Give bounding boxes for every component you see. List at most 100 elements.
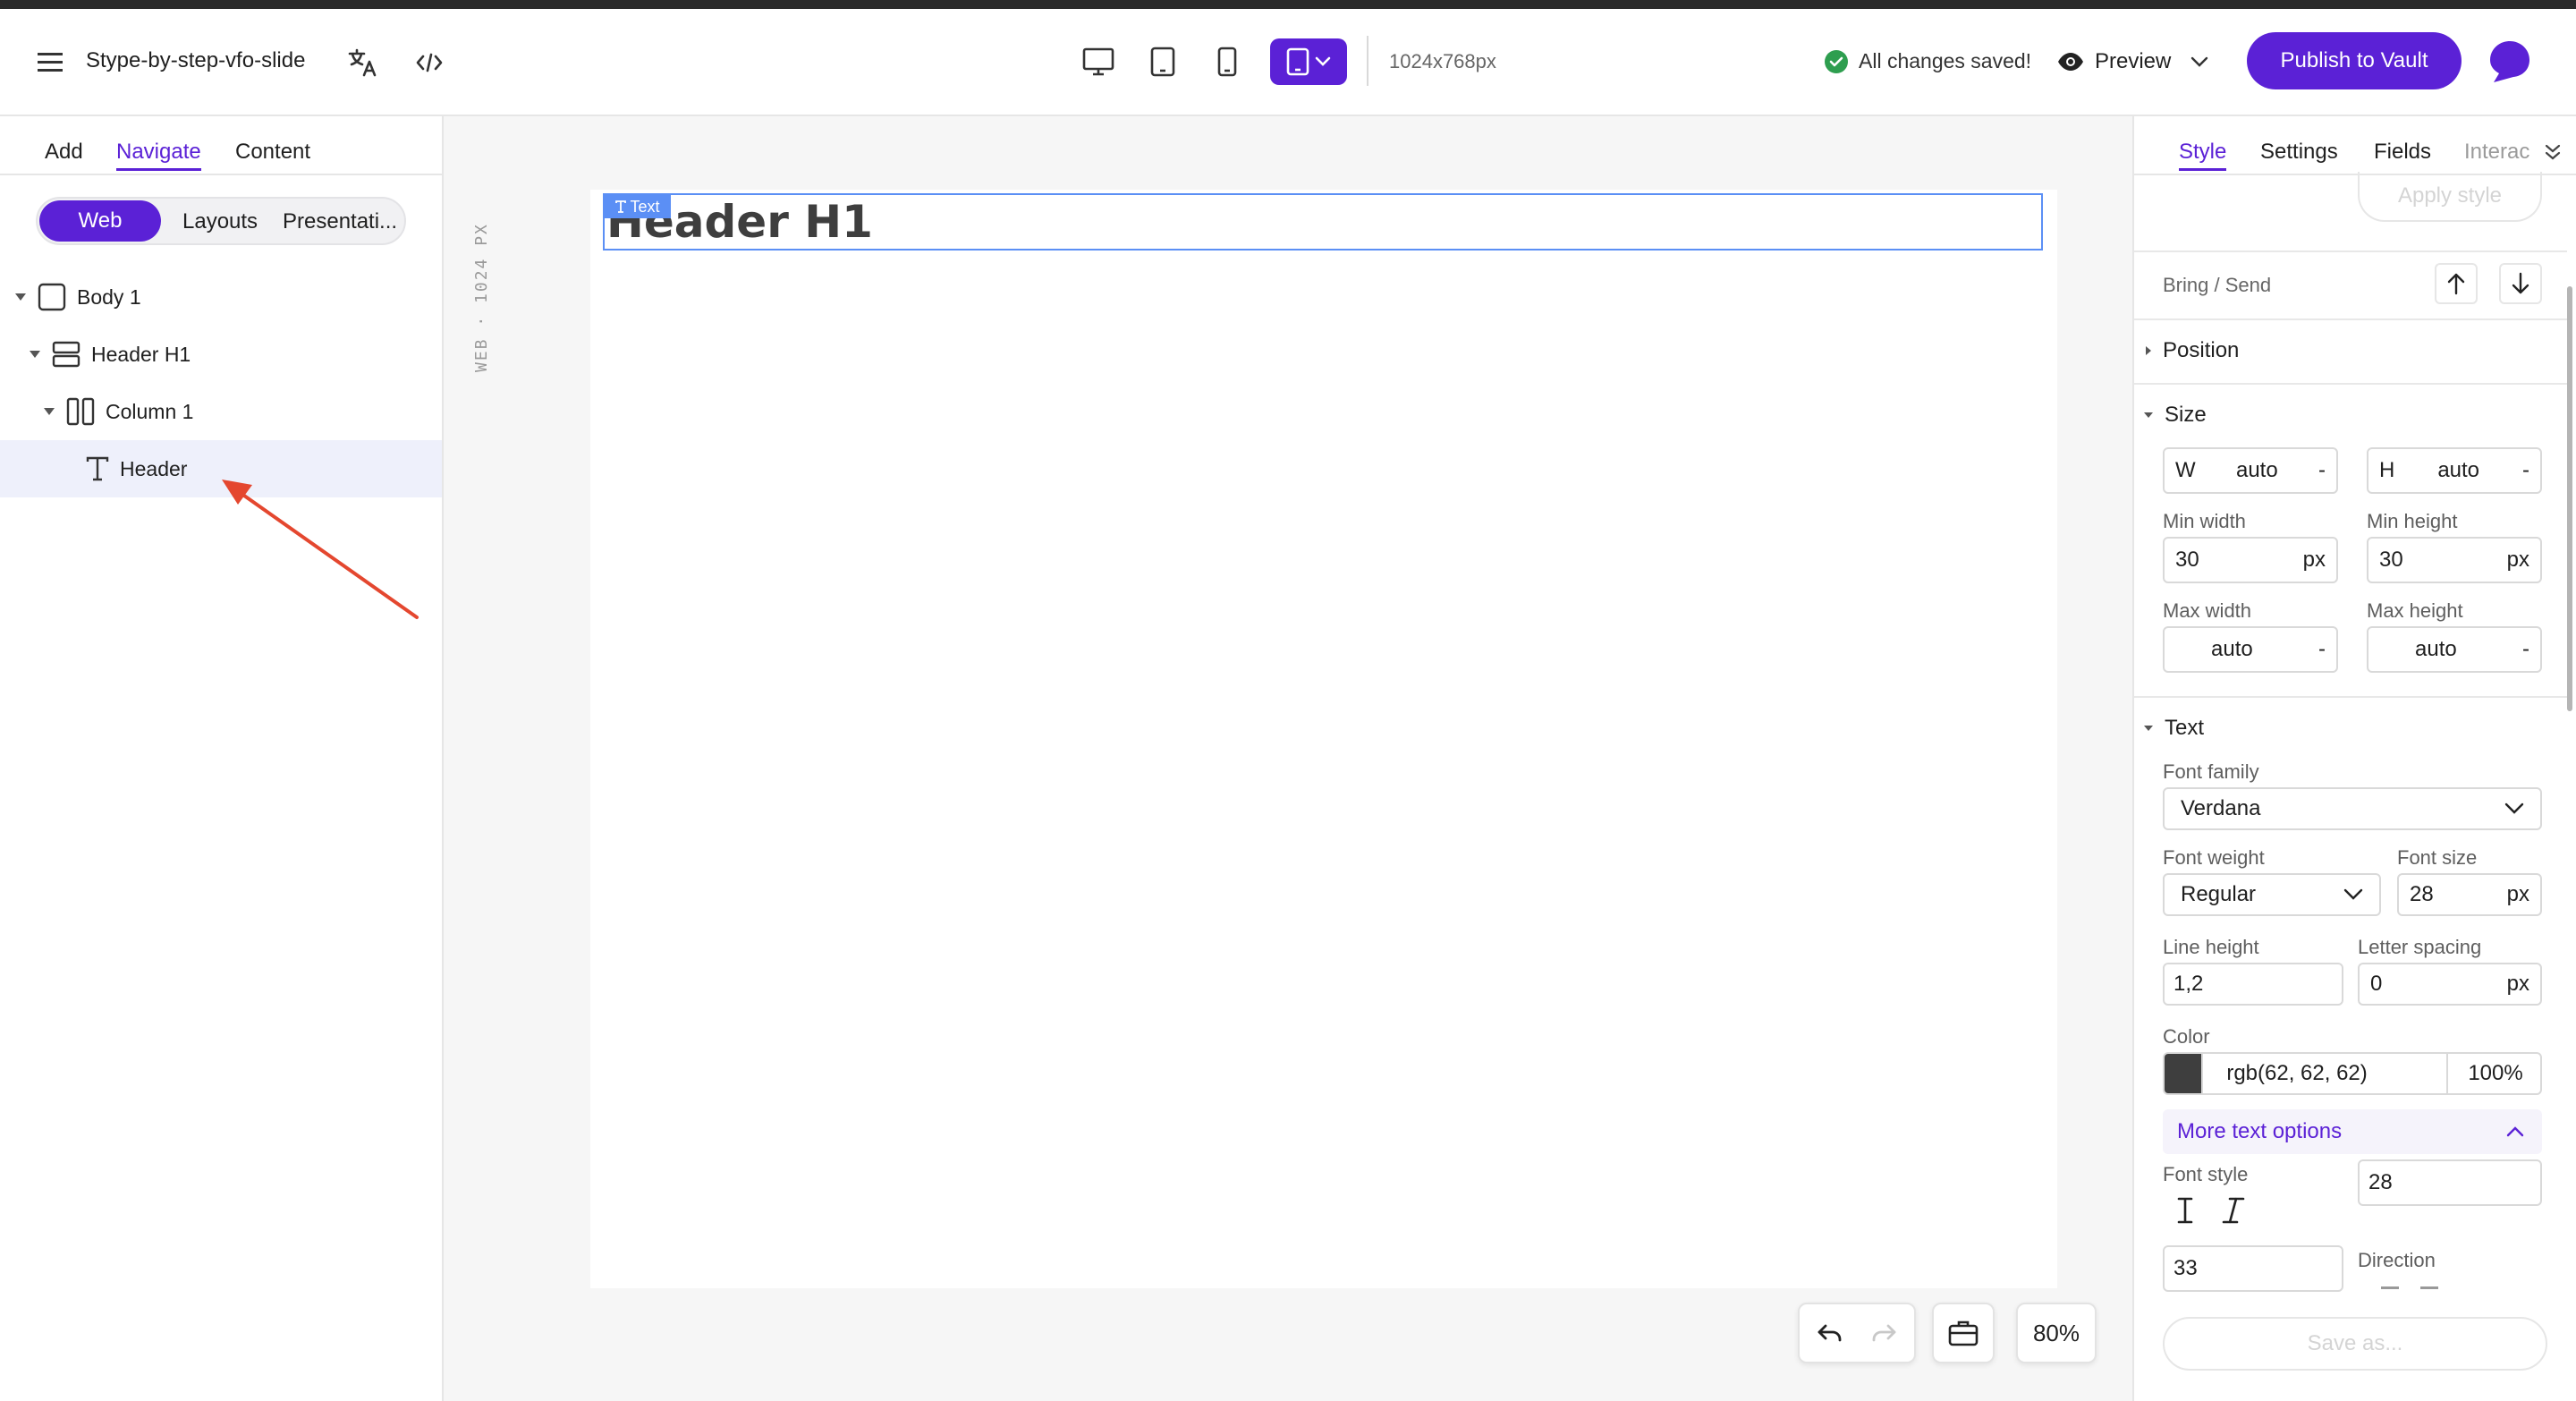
min-width-value: 30: [2175, 548, 2199, 572]
code-icon[interactable]: [410, 43, 449, 82]
height-prefix: H: [2379, 458, 2395, 482]
tree-item-column[interactable]: Column 1: [43, 394, 193, 429]
min-height-label: Min height: [2367, 510, 2458, 532]
briefcase-icon: [1948, 1320, 1979, 1346]
zoom-level[interactable]: 80%: [2016, 1303, 2097, 1363]
direction-label: Direction: [2358, 1249, 2436, 1271]
tree-item-body[interactable]: Body 1: [14, 279, 141, 315]
max-height-input[interactable]: auto -: [2367, 626, 2542, 673]
arrow-up-icon: [2447, 273, 2465, 295]
caret-right-icon: [2146, 346, 2151, 355]
section-title: Position: [2163, 338, 2240, 362]
right-panel-scrollbar[interactable]: [2567, 286, 2572, 711]
slide-device-icon: [1286, 47, 1309, 76]
size-section-toggle[interactable]: Size: [2143, 403, 2207, 428]
save-as-button[interactable]: Save as...: [2163, 1317, 2547, 1371]
extra-value-input[interactable]: 33: [2163, 1245, 2343, 1292]
font-size-input[interactable]: 28 px: [2397, 873, 2542, 916]
min-height-unit: px: [2506, 548, 2529, 572]
direction-ltr-icon[interactable]: [2381, 1286, 2399, 1289]
text-section-toggle[interactable]: Text: [2143, 716, 2204, 741]
font-size-value: 28: [2410, 882, 2434, 906]
min-width-input[interactable]: 30 px: [2163, 537, 2338, 583]
width-input[interactable]: W auto -: [2163, 447, 2338, 494]
segment-layouts[interactable]: Layouts: [182, 209, 258, 234]
chevron-down-icon: [1315, 56, 1331, 66]
more-text-options-label: More text options: [2177, 1119, 2343, 1143]
tablet-view-button[interactable]: [1140, 38, 1186, 85]
more-tabs-icon[interactable]: [2544, 143, 2562, 161]
max-height-label: Max height: [2367, 599, 2463, 622]
font-family-select[interactable]: Verdana: [2163, 787, 2542, 830]
apply-style-button[interactable]: Apply style: [2358, 172, 2542, 222]
selection-tag: Text: [605, 195, 671, 218]
color-swatch[interactable]: [2165, 1054, 2204, 1093]
chevron-up-icon: [2506, 1126, 2524, 1137]
undo-icon[interactable]: [1817, 1322, 1843, 1344]
font-style-input[interactable]: 28: [2358, 1159, 2542, 1206]
tab-content[interactable]: Content: [235, 140, 310, 165]
tab-navigate[interactable]: Navigate: [116, 140, 201, 171]
tab-fields[interactable]: Fields: [2374, 140, 2431, 165]
tree-item-header-h1[interactable]: Header H1: [29, 336, 191, 372]
tree-item-label: Body 1: [77, 284, 141, 309]
selection-outline: [603, 193, 2043, 250]
letter-spacing-value: 0: [2370, 972, 2383, 996]
segment-web[interactable]: Web: [39, 200, 161, 242]
more-text-options-toggle[interactable]: More text options: [2163, 1109, 2542, 1154]
max-height-unit[interactable]: -: [2522, 637, 2529, 662]
max-width-input[interactable]: auto -: [2163, 626, 2338, 673]
tab-add[interactable]: Add: [45, 140, 83, 165]
min-height-input[interactable]: 30 px: [2367, 537, 2542, 583]
tree-item-header-text[interactable]: Header: [86, 451, 187, 487]
line-height-input[interactable]: 1,2: [2163, 963, 2343, 1006]
tree-item-label: Header H1: [91, 342, 191, 366]
width-value: auto: [2235, 458, 2278, 482]
redo-icon[interactable]: [1870, 1322, 1897, 1344]
toolbar-divider: [1367, 36, 1368, 86]
italic-style-icon[interactable]: [2220, 1195, 2247, 1226]
document-title[interactable]: Stype-by-step-vfo-slide: [86, 48, 305, 73]
menu-icon[interactable]: [32, 45, 68, 81]
publish-to-vault-button[interactable]: Publish to Vault: [2247, 32, 2462, 89]
segment-presentations[interactable]: Presentati...: [283, 209, 397, 234]
line-height-label: Line height: [2163, 936, 2259, 958]
window-top-strip: [0, 0, 2576, 9]
font-family-value: Verdana: [2181, 796, 2261, 820]
text-icon: [86, 456, 109, 481]
artboard[interactable]: [590, 190, 2057, 1288]
max-width-unit[interactable]: -: [2318, 637, 2326, 662]
opacity-input[interactable]: 100%: [2446, 1054, 2540, 1093]
chevron-down-icon: [2343, 888, 2363, 900]
mobile-view-button[interactable]: [1204, 38, 1250, 85]
direction-rtl-icon[interactable]: [2420, 1286, 2438, 1289]
body-icon: [38, 283, 66, 311]
translate-icon[interactable]: [343, 43, 383, 82]
send-backward-button[interactable]: [2499, 263, 2542, 304]
font-style-value: 28: [2368, 1170, 2393, 1194]
preview-label: Preview: [2095, 49, 2172, 73]
normal-style-icon[interactable]: [2172, 1195, 2199, 1226]
font-weight-select[interactable]: Regular: [2163, 873, 2381, 916]
tab-style[interactable]: Style: [2179, 140, 2227, 171]
color-input[interactable]: rgb(62, 62, 62) 100%: [2163, 1052, 2542, 1095]
height-input[interactable]: H auto -: [2367, 447, 2542, 494]
width-unit[interactable]: -: [2318, 458, 2326, 483]
assets-button[interactable]: [1932, 1303, 1995, 1363]
tab-interactions[interactable]: Interac: [2464, 140, 2536, 165]
mobile-icon: [1217, 47, 1237, 77]
preview-dropdown[interactable]: Preview: [2057, 43, 2218, 81]
height-unit[interactable]: -: [2522, 458, 2529, 483]
desktop-view-button[interactable]: [1075, 38, 1122, 85]
caret-down-icon: [30, 351, 40, 358]
custom-view-button[interactable]: [1270, 38, 1347, 85]
user-avatar[interactable]: [2485, 36, 2535, 86]
tab-settings[interactable]: Settings: [2260, 140, 2338, 165]
extra-value: 33: [2174, 1256, 2198, 1280]
section-title: Size: [2165, 403, 2207, 427]
column-icon: [66, 397, 95, 426]
letter-spacing-input[interactable]: 0 px: [2358, 963, 2542, 1006]
position-section-toggle[interactable]: Position: [2145, 338, 2239, 363]
bring-forward-button[interactable]: [2435, 263, 2478, 304]
letter-spacing-label: Letter spacing: [2358, 936, 2482, 958]
